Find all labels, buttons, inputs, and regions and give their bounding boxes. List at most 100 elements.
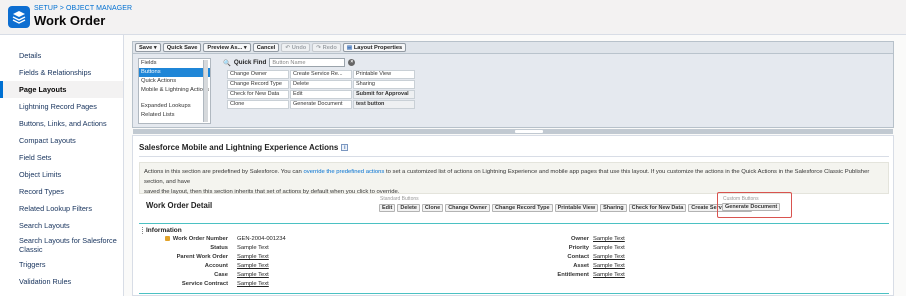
sidebar-item-page-layouts[interactable]: Page Layouts bbox=[0, 81, 123, 98]
resize-handle[interactable] bbox=[515, 130, 543, 133]
sidebar-item-record-types[interactable]: Record Types bbox=[0, 183, 123, 200]
palette-item-fields[interactable]: Fields bbox=[139, 59, 210, 68]
save-button[interactable]: Save ▾ bbox=[135, 43, 161, 52]
field-label: Entitlement bbox=[557, 272, 589, 278]
layout-button[interactable]: Change Owner bbox=[445, 204, 490, 212]
field-value[interactable]: Sample Text bbox=[237, 262, 269, 271]
preview-as-label: Preview As... bbox=[207, 45, 243, 51]
palette-button[interactable]: Printable View bbox=[353, 70, 415, 79]
field-label: Status bbox=[210, 245, 228, 251]
field-value[interactable]: Sample Text bbox=[237, 280, 269, 289]
drag-handle-icon[interactable] bbox=[142, 227, 144, 234]
palette-button[interactable]: Create Service Re... bbox=[290, 70, 352, 79]
header: SETUP > OBJECT MANAGER Work Order bbox=[0, 0, 906, 35]
palette-button[interactable]: Change Record Type bbox=[227, 80, 289, 89]
sidebar-item-fields-relationships[interactable]: Fields & Relationships bbox=[0, 64, 123, 81]
palette-resize-bar[interactable] bbox=[133, 129, 893, 134]
override-actions-link[interactable]: override the predefined actions bbox=[303, 169, 384, 175]
preview-as-button[interactable]: Preview As... ▾ bbox=[203, 43, 251, 52]
field-value[interactable]: Sample Text bbox=[237, 271, 269, 280]
sidebar-item-details[interactable]: Details bbox=[0, 47, 123, 64]
field-value[interactable]: Sample Text bbox=[237, 244, 269, 253]
field-label: Service Contract bbox=[181, 281, 228, 287]
layout-button[interactable]: Edit bbox=[379, 204, 396, 212]
field-value[interactable]: Sample Text bbox=[593, 271, 625, 280]
sidebar-item-validation-rules[interactable]: Validation Rules bbox=[0, 273, 123, 290]
generate-document-button[interactable]: Generate Document bbox=[722, 203, 781, 211]
layout-button[interactable]: Sharing bbox=[600, 204, 627, 212]
field-label: Contact bbox=[567, 254, 589, 260]
standard-buttons-group: Standard Buttons Edit Delete Clone Chang… bbox=[378, 196, 752, 213]
palette-button[interactable]: Edit bbox=[290, 90, 352, 99]
palette-item-quick-actions[interactable]: Quick Actions bbox=[139, 77, 210, 86]
layers-icon bbox=[8, 6, 30, 28]
palette-scrollbar[interactable] bbox=[203, 60, 208, 122]
palette-button[interactable]: Change Owner bbox=[227, 70, 289, 79]
quick-find-input[interactable]: Button Name bbox=[269, 58, 346, 67]
palette-item-expanded-lookups[interactable]: Expanded Lookups bbox=[139, 102, 210, 111]
custom-buttons-row: Generate Document bbox=[722, 203, 781, 211]
info-icon[interactable]: i bbox=[341, 144, 349, 151]
sidebar-item-compact-layouts[interactable]: Compact Layouts bbox=[0, 132, 123, 149]
lock-icon bbox=[164, 235, 170, 241]
sidebar: Details Fields & Relationships Page Layo… bbox=[0, 35, 124, 296]
standard-buttons-label: Standard Buttons bbox=[380, 196, 419, 202]
standard-buttons-row: Edit Delete Clone Change Owner Change Re… bbox=[379, 204, 752, 212]
layout-button[interactable]: Delete bbox=[397, 204, 420, 212]
layout-button[interactable]: Check for New Data bbox=[628, 204, 687, 212]
palette-button[interactable]: Submit for Approval bbox=[353, 90, 415, 99]
palette-button[interactable]: Delete bbox=[290, 80, 352, 89]
desc-text: saved the layout, then this section inhe… bbox=[144, 189, 400, 195]
palette-button[interactable]: Sharing bbox=[353, 80, 415, 89]
quick-find: 🔍 Quick Find Button Name × bbox=[223, 58, 356, 67]
sidebar-item-buttons-links-actions[interactable]: Buttons, Links, and Actions bbox=[0, 115, 123, 132]
field-label: Parent Work Order bbox=[176, 254, 228, 260]
layout-properties-label: Layout Properties bbox=[353, 45, 403, 51]
custom-buttons-group: Custom Buttons Generate Document bbox=[717, 192, 792, 218]
field-label: Asset bbox=[573, 263, 589, 269]
sidebar-item-field-sets[interactable]: Field Sets bbox=[0, 149, 123, 166]
undo-button[interactable]: ↶ Undo bbox=[281, 43, 311, 52]
sidebar-item-object-limits[interactable]: Object Limits bbox=[0, 166, 123, 183]
palette-item-mobile-lightning-actions[interactable]: Mobile & Lightning Actions bbox=[139, 86, 210, 102]
undo-icon: ↶ bbox=[285, 45, 291, 51]
mobile-actions-section-title: Salesforce Mobile and Lightning Experien… bbox=[139, 143, 349, 152]
undo-label: Undo bbox=[291, 45, 307, 51]
field-value[interactable]: Sample Text bbox=[593, 253, 625, 262]
layout-canvas: Salesforce Mobile and Lightning Experien… bbox=[132, 135, 894, 296]
sidebar-item-search-layouts[interactable]: Search Layouts bbox=[0, 217, 123, 234]
layout-button[interactable]: Clone bbox=[421, 204, 444, 212]
layout-button[interactable]: Change Record Type bbox=[492, 204, 553, 212]
page-title: Work Order bbox=[34, 13, 106, 28]
information-section-title[interactable]: Information bbox=[142, 227, 182, 234]
section-divider bbox=[139, 223, 889, 224]
field-value[interactable]: GEN-2004-001234 bbox=[237, 235, 286, 244]
sidebar-item-search-layouts-classic[interactable]: Search Layouts for Salesforce Classic bbox=[0, 234, 123, 256]
clear-icon[interactable]: × bbox=[348, 59, 356, 66]
palette-button[interactable]: test button bbox=[353, 100, 415, 109]
field-value[interactable]: Sample Text bbox=[593, 235, 625, 244]
field-value[interactable]: Sample Text bbox=[237, 253, 269, 262]
sidebar-item-related-lookup-filters[interactable]: Related Lookup Filters bbox=[0, 200, 123, 217]
field-label: Case bbox=[214, 272, 228, 278]
field-label: Account bbox=[204, 263, 228, 269]
field-value[interactable]: Sample Text bbox=[593, 262, 625, 271]
redo-button[interactable]: ↷ Redo bbox=[312, 43, 341, 52]
sidebar-item-lightning-record-pages[interactable]: Lightning Record Pages bbox=[0, 98, 123, 115]
field-value[interactable]: Sample Text bbox=[593, 244, 625, 253]
properties-icon: ▤ bbox=[346, 45, 353, 51]
breadcrumb[interactable]: SETUP > OBJECT MANAGER bbox=[34, 5, 132, 12]
palette-item-related-lists[interactable]: Related Lists bbox=[139, 111, 210, 120]
cancel-button[interactable]: Cancel bbox=[252, 43, 280, 52]
layout-properties-button[interactable]: ▤ Layout Properties bbox=[342, 43, 407, 52]
palette-button-grid: Change Owner Create Service Re... Printa… bbox=[227, 70, 415, 109]
palette-button[interactable]: Check for New Data bbox=[227, 90, 289, 99]
custom-buttons-label: Custom Buttons bbox=[723, 196, 759, 202]
sidebar-item-triggers[interactable]: Triggers bbox=[0, 256, 123, 273]
palette-button[interactable]: Clone bbox=[227, 100, 289, 109]
redo-icon: ↷ bbox=[316, 45, 322, 51]
palette-item-buttons[interactable]: Buttons bbox=[139, 68, 210, 77]
layout-button[interactable]: Printable View bbox=[554, 204, 599, 212]
palette-button[interactable]: Generate Document bbox=[290, 100, 352, 109]
quick-save-button[interactable]: Quick Save bbox=[162, 43, 202, 52]
